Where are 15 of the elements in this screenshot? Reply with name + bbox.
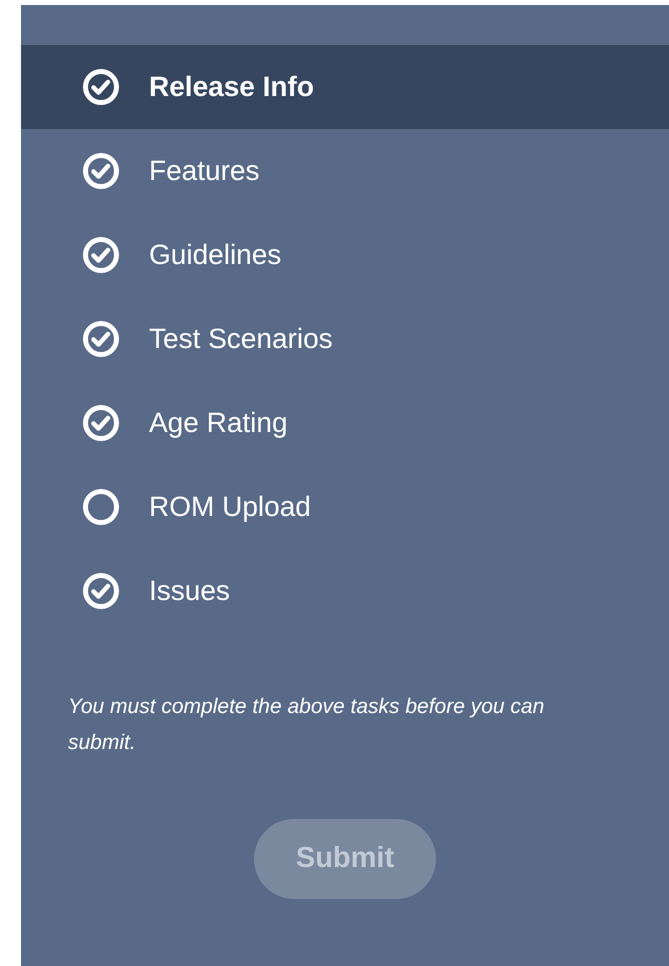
step-label: Age Rating bbox=[149, 406, 288, 440]
step-item[interactable]: Guidelines bbox=[21, 213, 669, 297]
step-label: Guidelines bbox=[149, 238, 282, 272]
step-label: ROM Upload bbox=[149, 490, 311, 524]
step-label: Test Scenarios bbox=[149, 322, 333, 356]
step-label: Features bbox=[149, 154, 260, 188]
step-item[interactable]: Test Scenarios bbox=[21, 297, 669, 381]
step-item[interactable]: Release Info bbox=[21, 45, 669, 129]
step-item[interactable]: Features bbox=[21, 129, 669, 213]
step-label: Release Info bbox=[149, 70, 314, 104]
step-label: Issues bbox=[149, 574, 230, 608]
step-item[interactable]: Issues bbox=[21, 549, 669, 633]
submit-note: You must complete the above tasks before you can submit. bbox=[68, 694, 546, 756]
step-item[interactable]: Age Rating bbox=[21, 381, 669, 465]
step-item[interactable]: ROM Upload bbox=[21, 465, 669, 549]
